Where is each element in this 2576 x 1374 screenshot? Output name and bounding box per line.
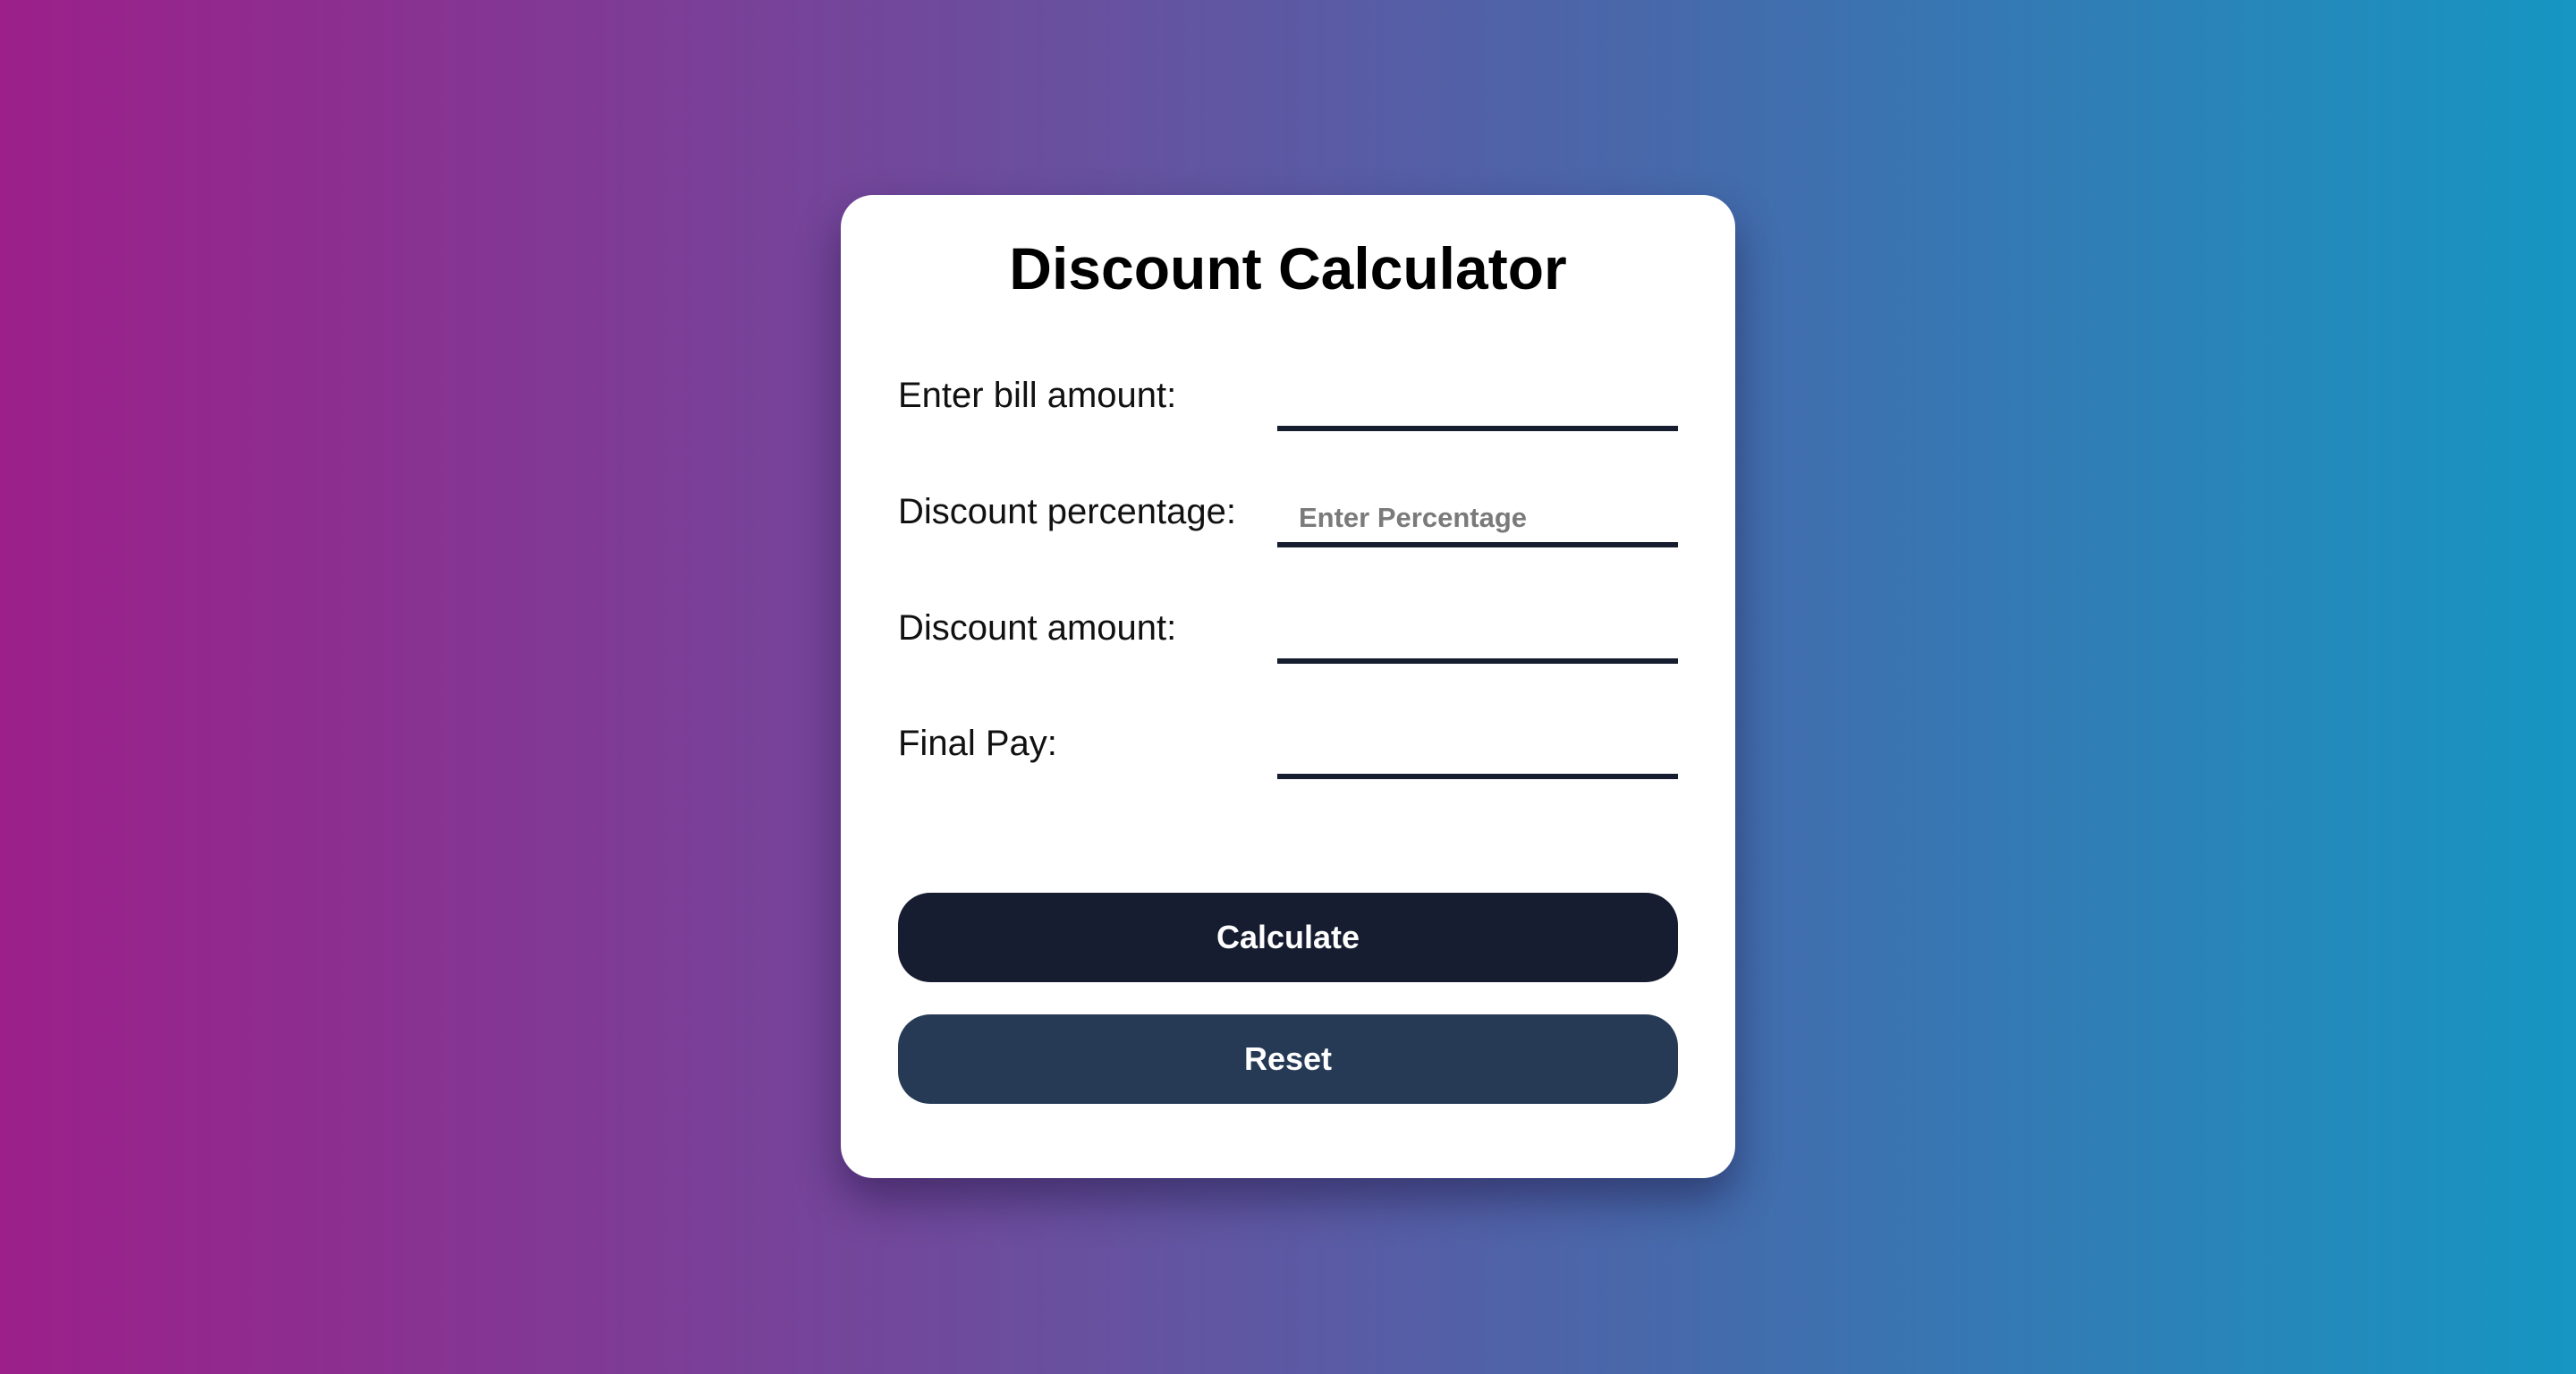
reset-button[interactable]: Reset [898, 1014, 1678, 1104]
bill-amount-input[interactable] [1277, 377, 1678, 431]
page-title: Discount Calculator [1009, 235, 1567, 301]
discount-amount-row: Discount amount: [898, 606, 1678, 678]
bill-amount-row: Enter bill amount: [898, 374, 1678, 445]
discount-percentage-row: Discount percentage: [898, 490, 1678, 562]
discount-amount-label: Discount amount: [898, 608, 1177, 648]
final-pay-field[interactable] [1277, 725, 1678, 779]
discount-amount-field[interactable] [1277, 610, 1678, 664]
final-pay-row: Final Pay: [898, 722, 1678, 793]
calculate-button[interactable]: Calculate [898, 893, 1678, 982]
calculator-card: Discount Calculator Enter bill amount: D… [841, 195, 1735, 1178]
bill-amount-label: Enter bill amount: [898, 376, 1177, 415]
discount-percentage-label: Discount percentage: [898, 492, 1237, 531]
discount-percentage-input[interactable] [1277, 494, 1678, 547]
final-pay-label: Final Pay: [898, 724, 1057, 763]
